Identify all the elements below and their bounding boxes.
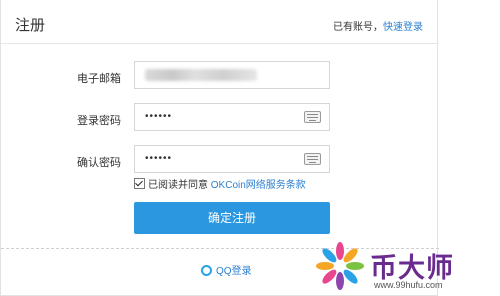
confirm-password-value: •••••• xyxy=(145,153,173,164)
keyboard-icon[interactable] xyxy=(304,153,321,165)
agree-text: 已阅读并同意 xyxy=(148,180,208,191)
quick-login-link[interactable]: 快速登录 xyxy=(383,22,423,33)
login-hint: 已有账号，快速登录 xyxy=(333,18,423,33)
terms-agreement: 已阅读并同意 OKCoin网络服务条款 xyxy=(134,176,306,191)
keyboard-icon[interactable] xyxy=(304,111,321,123)
register-header: 注册 已有账号，快速登录 xyxy=(1,0,439,44)
email-value-obscured xyxy=(145,69,257,81)
password-field[interactable]: •••••• xyxy=(134,103,330,131)
confirm-password-field[interactable]: •••••• xyxy=(134,145,330,173)
email-field[interactable] xyxy=(134,61,330,89)
agree-checkbox[interactable] xyxy=(134,178,145,189)
watermark: 币大师 www.99hufu.com xyxy=(312,238,500,296)
flower-logo-icon xyxy=(316,242,364,290)
email-label: 电子邮箱 xyxy=(77,73,121,85)
qq-icon xyxy=(201,265,212,276)
qq-login-label: QQ登录 xyxy=(216,266,252,277)
password-value: •••••• xyxy=(145,111,173,122)
watermark-url: www.99hufu.com xyxy=(374,280,443,290)
confirm-password-label: 确认密码 xyxy=(77,157,121,169)
password-label: 登录密码 xyxy=(77,115,121,127)
login-prompt: 已有账号， xyxy=(333,22,383,33)
page-title: 注册 xyxy=(15,17,46,34)
terms-link[interactable]: OKCoin网络服务条款 xyxy=(211,180,306,191)
qq-login-button[interactable]: QQ登录 xyxy=(201,262,252,277)
register-button[interactable]: 确定注册 xyxy=(134,202,330,234)
